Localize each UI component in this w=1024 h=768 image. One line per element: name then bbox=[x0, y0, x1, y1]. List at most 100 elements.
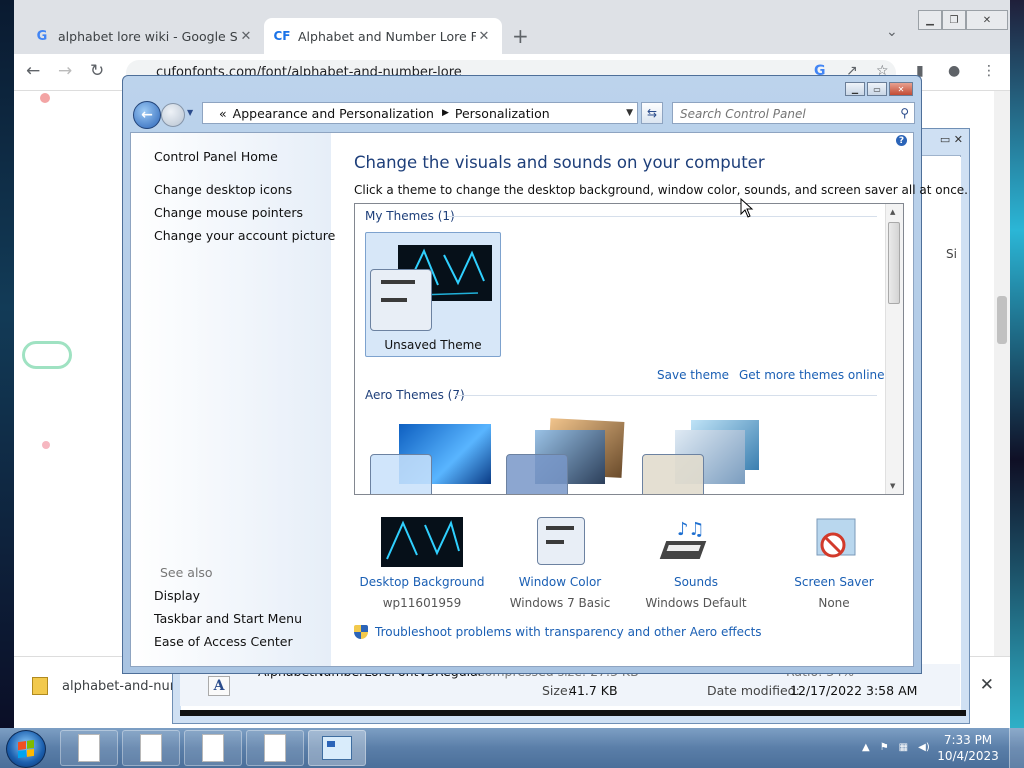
close-downloads-icon[interactable]: ✕ bbox=[980, 675, 994, 695]
scrollbar-thumb[interactable] bbox=[888, 222, 900, 304]
address-dropdown-icon[interactable]: ▼ bbox=[626, 108, 633, 118]
search-icon[interactable]: ⚲ bbox=[900, 106, 909, 120]
screen-saver-setting[interactable]: Screen Saver None bbox=[769, 517, 899, 610]
show-hidden-icons-icon[interactable]: ▲ bbox=[862, 742, 870, 753]
forward-button[interactable] bbox=[161, 103, 185, 127]
theme-list-scrollbar[interactable]: ▲ ▼ bbox=[885, 204, 903, 494]
close-tab-icon[interactable]: ✕ bbox=[238, 29, 254, 44]
tab-google-search[interactable]: G alphabet lore wiki - Google Search ✕ bbox=[24, 18, 264, 54]
sounds-setting[interactable]: ♪♫ Sounds Windows Default bbox=[631, 517, 761, 610]
confetti-decoration bbox=[42, 441, 50, 449]
download-item[interactable]: alphabet-and-num bbox=[32, 677, 182, 695]
refresh-button[interactable]: ⇆ bbox=[641, 102, 663, 124]
minimize-button[interactable]: ▁ bbox=[845, 82, 865, 96]
breadcrumb-appearance[interactable]: Appearance and Personalization bbox=[233, 106, 434, 121]
cufonfonts-favicon-icon: CF bbox=[273, 29, 291, 43]
screen-saver-label: Screen Saver bbox=[794, 575, 874, 589]
personalization-window: ▁ ▭ ✕ ← ▼ « Appearance and Personalizati… bbox=[122, 75, 968, 674]
column-header-size[interactable]: Si bbox=[946, 247, 957, 261]
breadcrumb-separator-icon[interactable]: ▶ bbox=[442, 108, 449, 118]
control-panel-home-link[interactable]: Control Panel Home bbox=[154, 149, 278, 164]
details-modified-label: Date modified: bbox=[707, 683, 800, 698]
details-size-label: Size: bbox=[542, 683, 572, 698]
recent-pages-dropdown-icon[interactable]: ▼ bbox=[187, 108, 193, 117]
back-button[interactable]: ← bbox=[133, 101, 161, 129]
my-themes-header: My Themes (1) bbox=[365, 209, 455, 223]
tab-cufonfonts[interactable]: CF Alphabet and Number Lore Font ✕ bbox=[264, 18, 502, 54]
document-icon bbox=[140, 734, 162, 762]
window-preview-icon bbox=[537, 517, 585, 565]
maximize-button[interactable]: ▭ bbox=[867, 82, 887, 96]
window-controls: ▁ ▭ ✕ bbox=[845, 82, 913, 96]
screen-saver-monitor-icon bbox=[816, 518, 856, 558]
document-icon bbox=[202, 734, 224, 762]
unsaved-theme-tile[interactable]: Unsaved Theme bbox=[365, 232, 501, 357]
taskbar-item-document-2[interactable] bbox=[122, 730, 180, 766]
window-preview-line bbox=[546, 526, 574, 530]
sounds-value: Windows Default bbox=[645, 596, 747, 610]
volume-icon[interactable]: ◀) bbox=[918, 742, 930, 753]
search-input[interactable] bbox=[673, 103, 892, 125]
network-icon[interactable]: ▦ bbox=[899, 742, 908, 753]
explorer-window-controls[interactable]: ▭ ✕ bbox=[940, 133, 963, 146]
close-window-button[interactable]: ✕ bbox=[966, 10, 1008, 30]
ease-of-access-link[interactable]: Ease of Access Center bbox=[154, 634, 293, 649]
page-subtitle: Click a theme to change the desktop back… bbox=[354, 183, 968, 197]
search-control-panel[interactable]: ⚲ bbox=[672, 102, 915, 125]
page-scrollbar[interactable] bbox=[994, 91, 1010, 656]
close-tab-icon[interactable]: ✕ bbox=[476, 29, 492, 44]
profile-avatar-icon[interactable]: ● bbox=[948, 63, 960, 79]
help-icon[interactable]: ? bbox=[896, 135, 907, 146]
reload-icon[interactable]: ↻ bbox=[90, 61, 104, 81]
maximize-button[interactable]: ❐ bbox=[942, 10, 966, 30]
breadcrumb[interactable]: « Appearance and Personalization ▶ Perso… bbox=[202, 102, 638, 124]
system-clock[interactable]: 7:33 PM 10/4/2023 bbox=[936, 732, 1000, 764]
aero-themes-header: Aero Themes (7) bbox=[365, 388, 465, 402]
scroll-down-icon[interactable]: ▼ bbox=[890, 482, 895, 490]
aero-theme-architecture[interactable] bbox=[505, 418, 629, 494]
back-arrow-icon[interactable]: ← bbox=[26, 61, 40, 81]
taskbar-item-control-panel[interactable] bbox=[308, 730, 366, 766]
breadcrumb-personalization[interactable]: Personalization bbox=[455, 106, 550, 121]
action-center-flag-icon[interactable]: ⚑ bbox=[880, 742, 889, 753]
page-title: Change the visuals and sounds on your co… bbox=[354, 153, 765, 172]
start-button[interactable] bbox=[6, 730, 46, 768]
see-also-header: See also bbox=[160, 565, 213, 580]
scrollbar-thumb[interactable] bbox=[997, 296, 1007, 344]
tab-search-chevron-icon[interactable]: ⌄ bbox=[886, 24, 898, 40]
get-more-themes-link[interactable]: Get more themes online bbox=[739, 368, 885, 382]
screen-saver-icon bbox=[793, 517, 875, 567]
breadcrumb-overflow[interactable]: « bbox=[219, 106, 227, 121]
show-desktop-button[interactable] bbox=[1009, 728, 1024, 768]
chrome-menu-icon[interactable]: ⋮ bbox=[982, 63, 996, 79]
clock-date: 10/4/2023 bbox=[937, 749, 999, 763]
aero-theme-characters[interactable] bbox=[641, 420, 765, 494]
font-file-icon: A bbox=[208, 676, 230, 696]
taskbar-item-document-4[interactable] bbox=[246, 730, 304, 766]
desktop-background-thumbnail bbox=[381, 517, 463, 567]
minimize-button[interactable]: ▁ bbox=[918, 10, 942, 30]
download-filename: alphabet-and-num bbox=[62, 678, 183, 694]
change-account-picture-link[interactable]: Change your account picture bbox=[154, 228, 335, 243]
taskbar-start-menu-link[interactable]: Taskbar and Start Menu bbox=[154, 611, 302, 626]
desktop-background-icon bbox=[381, 517, 463, 567]
scroll-up-icon[interactable]: ▲ bbox=[890, 208, 895, 216]
desktop-background-setting[interactable]: Desktop Background wp11601959 bbox=[357, 517, 487, 610]
save-theme-link[interactable]: Save theme bbox=[657, 368, 729, 382]
change-mouse-pointers-link[interactable]: Change mouse pointers bbox=[154, 205, 303, 220]
forward-arrow-icon[interactable]: → bbox=[58, 61, 72, 81]
navigation-bar: ← ▼ « Appearance and Personalization ▶ P… bbox=[131, 100, 915, 129]
close-button[interactable]: ✕ bbox=[889, 82, 913, 96]
taskbar-item-document-1[interactable] bbox=[60, 730, 118, 766]
group-divider bbox=[447, 216, 877, 217]
back-arrow-icon: ← bbox=[141, 107, 153, 123]
tab-title: alphabet lore wiki - Google Search bbox=[58, 28, 238, 44]
aero-theme-windows7[interactable] bbox=[369, 420, 493, 494]
window-color-setting[interactable]: Window Color Windows 7 Basic bbox=[495, 517, 625, 610]
new-tab-button[interactable]: + bbox=[512, 24, 529, 48]
display-link[interactable]: Display bbox=[154, 588, 200, 603]
troubleshoot-aero-link[interactable]: Troubleshoot problems with transparency … bbox=[354, 625, 762, 639]
taskbar-item-document-3[interactable] bbox=[184, 730, 242, 766]
change-desktop-icons-link[interactable]: Change desktop icons bbox=[154, 182, 292, 197]
desktop-background-value: wp11601959 bbox=[382, 596, 462, 610]
